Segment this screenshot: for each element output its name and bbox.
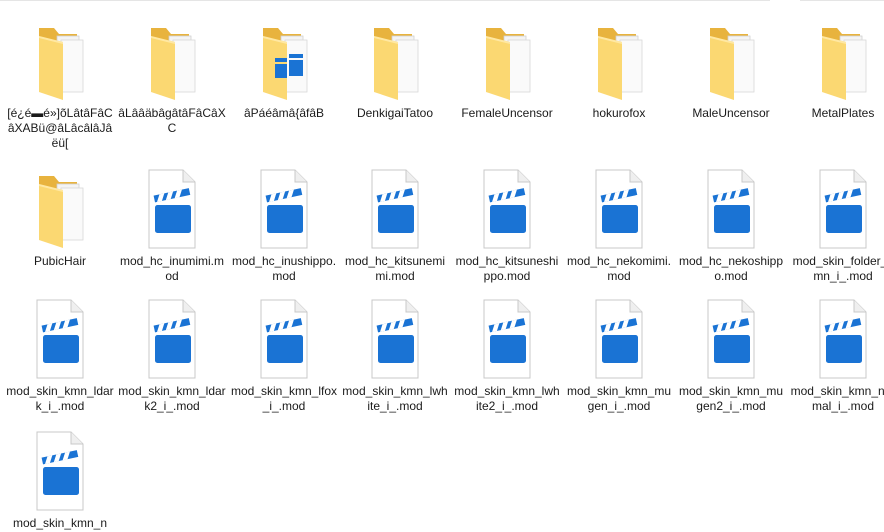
folder-icon xyxy=(29,168,91,250)
file-item-label: mod_skin_kmn_ldark_i_.mod xyxy=(6,384,114,413)
video-folder-icon xyxy=(253,20,315,102)
folder-icon xyxy=(364,20,426,102)
file-item-label: mod_hc_inumimi.mod xyxy=(119,254,225,283)
file-item-label: hokurofox xyxy=(592,106,646,120)
file-item-l-b-g-t-f-c-xc[interactable]: âLââäbâgâtâFâCâXC xyxy=(116,20,228,136)
video-file-icon xyxy=(476,168,538,250)
video-file-icon xyxy=(364,298,426,380)
file-item-label: MetalPlates xyxy=(811,106,875,120)
file-item-label: mod_skin_kmn_lwhite2_i_.mod xyxy=(454,384,560,413)
folder-icon xyxy=(29,20,91,102)
video-file-icon xyxy=(364,168,426,250)
video-file-icon xyxy=(29,430,91,512)
video-file-icon xyxy=(29,298,91,380)
file-item-label: mod_skin_folder_kmn_i_.mod xyxy=(792,254,884,283)
file-item-label: mod_hc_kitsunemimi.mod xyxy=(344,254,446,283)
file-explorer-view: [é¿é▬é»]õLâtâFâCâXABü@âLâcâlâJâëü[âLââäb… xyxy=(0,0,884,532)
video-file-icon xyxy=(588,298,650,380)
file-item-label: DenkigaiTatoo xyxy=(356,106,434,120)
file-item-mod-hc-kitsuneshippo-mod[interactable]: mod_hc_kitsuneshippo.mod xyxy=(451,168,563,284)
top-divider-right xyxy=(800,0,884,1)
folder-icon xyxy=(476,20,538,102)
file-item-mod-hc-nekoshippo-mod[interactable]: mod_hc_nekoshippo.mod xyxy=(675,168,787,284)
file-item-maleuncensor[interactable]: MaleUncensor xyxy=(675,20,787,121)
file-item-label: âLââäbâgâtâFâCâXC xyxy=(118,106,226,135)
video-file-icon xyxy=(700,298,762,380)
file-item-denkigaitatoo[interactable]: DenkigaiTatoo xyxy=(339,20,451,121)
video-file-icon xyxy=(253,298,315,380)
file-item-mod-skin-kmn-lwhite-i-mod[interactable]: mod_skin_kmn_lwhite_i_.mod xyxy=(339,298,451,414)
file-item-label: PubicHair xyxy=(33,254,87,268)
file-item-hokurofox[interactable]: hokurofox xyxy=(563,20,675,121)
file-item-label: mod_skin_kmn_lfox_i_.mod xyxy=(230,384,338,413)
video-file-icon xyxy=(476,298,538,380)
file-item-l-t-f-c-xab-l-c-l-j[interactable]: [é¿é▬é»]õLâtâFâCâXABü@âLâcâlâJâëü[ xyxy=(4,20,116,151)
file-item-label: mod_skin_kmn_mugen_i_.mod xyxy=(566,384,672,413)
video-file-icon xyxy=(141,168,203,250)
file-item-mod-hc-kitsunemimi-mod[interactable]: mod_hc_kitsunemimi.mod xyxy=(339,168,451,284)
folder-icon xyxy=(812,20,874,102)
file-item-label: mod_skin_kmn_lwhite_i_.mod xyxy=(342,384,448,413)
file-item-label: mod_skin_kmn_n xyxy=(12,516,108,530)
file-item-p-m-f-b[interactable]: âPáéâmâ{âfâB xyxy=(228,20,340,121)
file-item-mod-skin-kmn-normal-i-mod[interactable]: mod_skin_kmn_normal_i_.mod xyxy=(787,298,884,414)
file-item-label: âPáéâmâ{âfâB xyxy=(243,106,325,120)
file-item-label: mod_skin_kmn_normal_i_.mod xyxy=(790,384,884,413)
video-file-icon xyxy=(588,168,650,250)
file-item-mod-skin-kmn-mugen-i-mod[interactable]: mod_skin_kmn_mugen_i_.mod xyxy=(563,298,675,414)
video-file-icon xyxy=(253,168,315,250)
folder-icon xyxy=(700,20,762,102)
file-item-mod-hc-inushippo-mod[interactable]: mod_hc_inushippo.mod xyxy=(228,168,340,284)
video-file-icon xyxy=(700,168,762,250)
file-item-metalplates[interactable]: MetalPlates xyxy=(787,20,884,121)
folder-icon xyxy=(141,20,203,102)
file-item-label: mod_hc_kitsuneshippo.mod xyxy=(455,254,559,283)
file-item-mod-skin-kmn-ldark2-i-mod[interactable]: mod_skin_kmn_ldark2_i_.mod xyxy=(116,298,228,414)
file-item-pubichair[interactable]: PubicHair xyxy=(4,168,116,269)
file-item-mod-hc-nekomimi-mod[interactable]: mod_hc_nekomimi.mod xyxy=(563,168,675,284)
file-item-mod-skin-kmn-lwhite2-i-mod[interactable]: mod_skin_kmn_lwhite2_i_.mod xyxy=(451,298,563,414)
file-item-mod-skin-kmn-ldark-i-mod[interactable]: mod_skin_kmn_ldark_i_.mod xyxy=(4,298,116,414)
file-item-mod-skin-folder-kmn-i-mod[interactable]: mod_skin_folder_kmn_i_.mod xyxy=(787,168,884,284)
file-item-mod-skin-kmn-n[interactable]: mod_skin_kmn_n xyxy=(4,430,116,531)
video-file-icon xyxy=(812,298,874,380)
file-item-label: mod_hc_nekomimi.mod xyxy=(566,254,672,283)
file-item-femaleuncensor[interactable]: FemaleUncensor xyxy=(451,20,563,121)
file-item-label: mod_hc_nekoshippo.mod xyxy=(678,254,784,283)
file-item-label: FemaleUncensor xyxy=(461,106,553,120)
file-item-label: mod_skin_kmn_mugen2_i_.mod xyxy=(678,384,784,413)
file-item-label: MaleUncensor xyxy=(692,106,770,120)
video-file-icon xyxy=(812,168,874,250)
file-item-mod-skin-kmn-lfox-i-mod[interactable]: mod_skin_kmn_lfox_i_.mod xyxy=(228,298,340,414)
file-item-mod-skin-kmn-mugen2-i-mod[interactable]: mod_skin_kmn_mugen2_i_.mod xyxy=(675,298,787,414)
folder-icon xyxy=(588,20,650,102)
video-file-icon xyxy=(141,298,203,380)
file-item-label: mod_hc_inushippo.mod xyxy=(231,254,337,283)
file-item-label: mod_skin_kmn_ldark2_i_.mod xyxy=(118,384,226,413)
file-item-mod-hc-inumimi-mod[interactable]: mod_hc_inumimi.mod xyxy=(116,168,228,284)
file-item-label: [é¿é▬é»]õLâtâFâCâXABü@âLâcâlâJâëü[ xyxy=(7,106,113,150)
top-divider xyxy=(0,0,770,1)
